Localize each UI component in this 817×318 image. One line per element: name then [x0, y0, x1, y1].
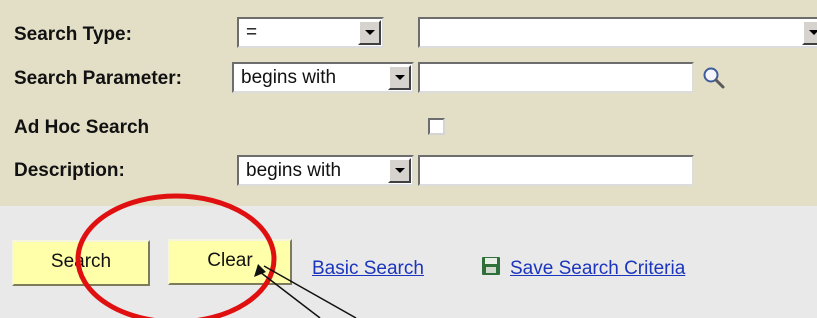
annotation-circle — [75, 193, 277, 318]
annotation-pointer-line — [259, 271, 321, 318]
annotation-overlay — [75, 193, 357, 318]
